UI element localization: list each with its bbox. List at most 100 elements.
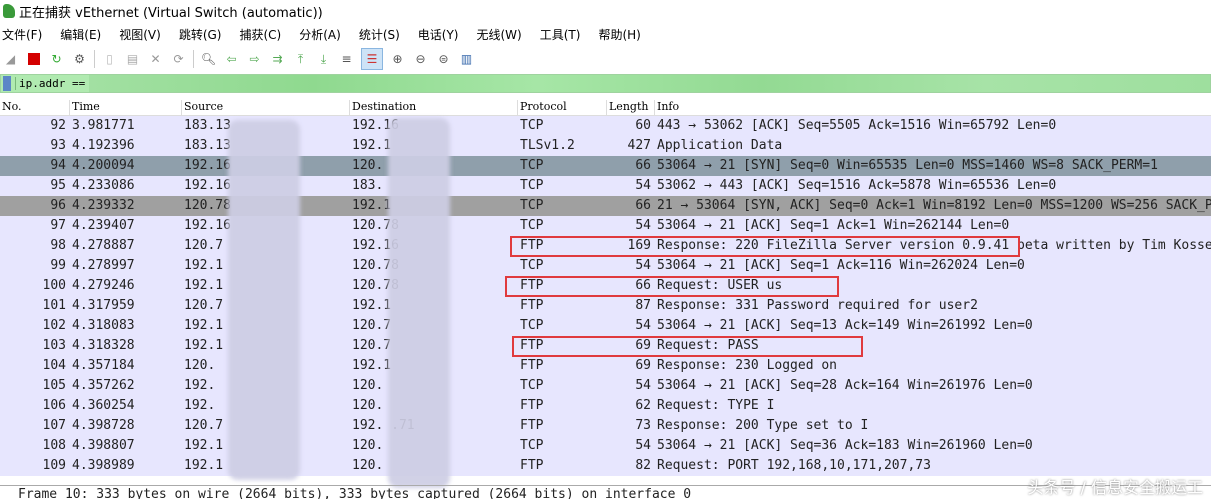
packet-row[interactable]: 105 4.357262 192. 120. TCP 54 53064 → 21 [ACK]… bbox=[0, 376, 1211, 396]
packet-protocol: TCP bbox=[520, 258, 544, 273]
packet-destination: 192.1 bbox=[352, 358, 392, 373]
packet-row[interactable]: 108 4.398807 192.1 120. TCP 54 53064 → 21 [ACK… bbox=[0, 436, 1211, 456]
packet-row[interactable]: 102 4.318083 192.1 120.7 TCP 54 53064 → 21 [AC… bbox=[0, 316, 1211, 336]
toolbar-separator bbox=[94, 50, 95, 68]
goto-icon[interactable]: ⇉ bbox=[269, 51, 286, 68]
packet-length: 54 bbox=[635, 218, 651, 233]
packet-number: 103 bbox=[42, 338, 66, 353]
column-no[interactable]: No. bbox=[0, 100, 22, 116]
packet-length: 54 bbox=[635, 178, 651, 193]
packet-row[interactable]: 96 4.239332 120.78 192.1 TCP 66 21 → 53064 [SY… bbox=[0, 196, 1211, 216]
packet-length: 69 bbox=[635, 358, 651, 373]
menu-capture[interactable]: 捕获(C) bbox=[239, 26, 281, 43]
wireshark-logo-icon bbox=[3, 4, 15, 18]
resize-columns-icon[interactable]: ▥ bbox=[458, 51, 475, 68]
menu-view[interactable]: 视图(V) bbox=[119, 26, 161, 43]
column-protocol[interactable]: Protocol bbox=[517, 100, 567, 116]
back-icon[interactable]: ⇦ bbox=[223, 51, 240, 68]
packet-number: 105 bbox=[42, 378, 66, 393]
packet-time: 4.239332 bbox=[72, 198, 135, 213]
packet-row[interactable]: 107 4.398728 120.7 192. .71 FTP 73 Response: 2… bbox=[0, 416, 1211, 436]
packet-row[interactable]: 92 3.981771 183.13 192.16 TCP 60 443 → 53062 [… bbox=[0, 116, 1211, 136]
packet-destination: 120.7 bbox=[352, 338, 392, 353]
restart-icon[interactable]: ↻ bbox=[48, 51, 65, 68]
redacted-filter-value bbox=[89, 75, 1210, 92]
packet-info: 53064 → 21 [ACK] Seq=36 Ack=183 Win=2619… bbox=[657, 438, 1033, 453]
packet-source: 183.13 bbox=[184, 118, 231, 133]
menu-statistics[interactable]: 统计(S) bbox=[359, 26, 400, 43]
packet-row[interactable]: 106 4.360254 192. 120. FTP 62 Request: TYPE I bbox=[0, 396, 1211, 416]
packet-time: 4.398989 bbox=[72, 458, 135, 473]
column-info[interactable]: Info bbox=[654, 100, 679, 116]
packet-row[interactable]: 109 4.398989 192.1 120. FTP 82 Request: PORT 1… bbox=[0, 456, 1211, 476]
menu-bar: 文件(F) 编辑(E) 视图(V) 跳转(G) 捕获(C) 分析(A) 统计(S… bbox=[0, 24, 657, 44]
packet-row[interactable]: 104 4.357184 120. 192.1 FTP 69 Response: 230 L… bbox=[0, 356, 1211, 376]
last-icon[interactable]: ⤓ bbox=[315, 51, 332, 68]
find-icon[interactable]: 🔍︎ bbox=[200, 51, 217, 68]
menu-telephony[interactable]: 电话(Y) bbox=[418, 26, 459, 43]
packet-number: 97 bbox=[50, 218, 66, 233]
packet-number: 100 bbox=[42, 278, 66, 293]
column-destination[interactable]: Destination bbox=[349, 100, 416, 116]
menu-analyze[interactable]: 分析(A) bbox=[299, 26, 341, 43]
packet-source: 120.7 bbox=[184, 418, 224, 433]
zoom-out-icon[interactable]: ⊖ bbox=[412, 51, 429, 68]
reload-icon[interactable]: ⟳ bbox=[170, 51, 187, 68]
open-icon[interactable]: ▯ bbox=[101, 51, 118, 68]
packet-protocol: FTP bbox=[520, 358, 544, 373]
packet-row[interactable]: 94 4.200094 192.16 120. TCP 66 53064 → 21 [SYN… bbox=[0, 156, 1211, 176]
highlight-box bbox=[510, 236, 1020, 257]
menu-tools[interactable]: 工具(T) bbox=[540, 26, 581, 43]
frame-summary[interactable]: Frame 10: 333 bytes on wire (2664 bits),… bbox=[18, 487, 691, 499]
packet-length: 66 bbox=[635, 198, 651, 213]
packet-time: 4.398807 bbox=[72, 438, 135, 453]
packet-length: 82 bbox=[635, 458, 651, 473]
first-icon[interactable]: ⤒ bbox=[292, 51, 309, 68]
packet-info: 53064 → 21 [ACK] Seq=28 Ack=164 Win=2619… bbox=[657, 378, 1033, 393]
packet-source: 120.7 bbox=[184, 238, 224, 253]
packet-number: 104 bbox=[42, 358, 66, 373]
packet-row[interactable]: 93 4.192396 183.13 192.1 TLSv1.2 427 Applicati… bbox=[0, 136, 1211, 156]
bookmark-icon[interactable] bbox=[3, 76, 11, 91]
packet-source: 120. bbox=[184, 358, 216, 373]
display-filter-input[interactable]: ip.addr == bbox=[15, 77, 85, 90]
packet-info: 53064 → 21 [SYN] Seq=0 Win=65535 Len=0 M… bbox=[657, 158, 1158, 173]
column-source[interactable]: Source bbox=[181, 100, 223, 116]
colorize-icon[interactable]: ☰ bbox=[361, 48, 383, 70]
menu-wireless[interactable]: 无线(W) bbox=[477, 26, 522, 43]
shark-fin-icon[interactable]: ◢ bbox=[2, 51, 19, 68]
menu-go[interactable]: 跳转(G) bbox=[179, 26, 222, 43]
packet-time: 4.317959 bbox=[72, 298, 135, 313]
packet-row[interactable]: 97 4.239407 192.16 120.78 TCP 54 53064 → 21 [A… bbox=[0, 216, 1211, 236]
packet-number: 92 bbox=[50, 118, 66, 133]
packet-row[interactable]: 95 4.233086 192.16 183. TCP 54 53062 → 443 [AC… bbox=[0, 176, 1211, 196]
packet-protocol: TCP bbox=[520, 218, 544, 233]
packet-protocol: TLSv1.2 bbox=[520, 138, 575, 153]
packet-destination: 120. bbox=[352, 378, 384, 393]
packet-row[interactable]: 99 4.278997 192.1 120.78 TCP 54 53064 → 21 [AC… bbox=[0, 256, 1211, 276]
toolbar-separator bbox=[193, 50, 194, 68]
redaction-mask bbox=[388, 118, 450, 488]
menu-edit[interactable]: 编辑(E) bbox=[60, 26, 101, 43]
zoom-in-icon[interactable]: ⊕ bbox=[389, 51, 406, 68]
packet-time: 4.360254 bbox=[72, 398, 135, 413]
packet-protocol: TCP bbox=[520, 438, 544, 453]
stop-icon[interactable] bbox=[25, 51, 42, 68]
close-file-icon[interactable]: ✕ bbox=[147, 51, 164, 68]
column-length[interactable]: Length bbox=[606, 100, 648, 116]
column-time[interactable]: Time bbox=[69, 100, 100, 116]
autoscroll-icon[interactable]: ≡ bbox=[338, 51, 355, 68]
menu-file[interactable]: 文件(F) bbox=[2, 26, 42, 43]
packet-row[interactable]: 101 4.317959 120.7 192.1 FTP 87 Response: 331 … bbox=[0, 296, 1211, 316]
packet-source: 192. bbox=[184, 398, 216, 413]
packet-protocol: FTP bbox=[520, 298, 544, 313]
display-filter-bar[interactable]: ip.addr == bbox=[0, 74, 1211, 93]
packet-length: 66 bbox=[635, 158, 651, 173]
zoom-reset-icon[interactable]: ⊜ bbox=[435, 51, 452, 68]
options-icon[interactable]: ⚙ bbox=[71, 51, 88, 68]
packet-info: 53064 → 21 [ACK] Seq=1 Ack=1 Win=262144 … bbox=[657, 218, 1010, 233]
save-icon[interactable]: ▤ bbox=[124, 51, 141, 68]
forward-icon[interactable]: ⇨ bbox=[246, 51, 263, 68]
packet-destination: 120. bbox=[352, 158, 384, 173]
menu-help[interactable]: 帮助(H) bbox=[598, 26, 640, 43]
